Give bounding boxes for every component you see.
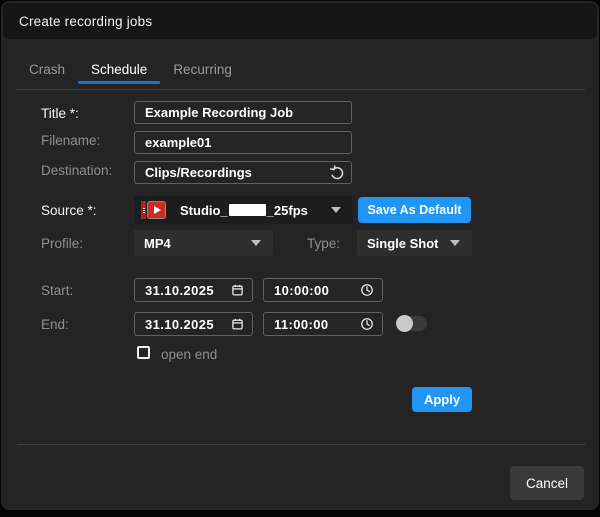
redaction-block bbox=[228, 203, 266, 216]
type-label: Type: bbox=[307, 236, 341, 251]
tab-schedule-label: Schedule bbox=[91, 61, 148, 77]
tab-crash-label: Crash bbox=[29, 61, 66, 77]
calendar-icon[interactable] bbox=[231, 283, 244, 297]
destination-reset-icon[interactable] bbox=[328, 164, 346, 182]
end-time-toggle[interactable] bbox=[396, 315, 427, 332]
filename-label: Filename: bbox=[41, 133, 101, 148]
type-value: Single Shot bbox=[367, 235, 439, 251]
save-as-default-button[interactable]: Save As Default bbox=[358, 197, 471, 223]
footer-divider bbox=[17, 444, 586, 445]
profile-value: MP4 bbox=[144, 235, 171, 251]
end-time-input[interactable]: 11:00:00 bbox=[263, 312, 383, 336]
play-tile-icon bbox=[147, 201, 166, 219]
open-end-checkbox[interactable] bbox=[137, 346, 150, 359]
chevron-down-icon bbox=[450, 240, 460, 246]
destination-input[interactable] bbox=[134, 161, 352, 184]
start-time-input[interactable]: 10:00:00 bbox=[263, 278, 383, 302]
clock-icon[interactable] bbox=[360, 317, 374, 331]
dialog-title: Create recording jobs bbox=[19, 13, 153, 29]
cancel-button[interactable]: Cancel bbox=[510, 466, 584, 500]
tab-bar: Crash Schedule Recurring bbox=[16, 55, 245, 84]
source-value-suffix: _25fps bbox=[266, 202, 308, 218]
title-label: Title *: bbox=[41, 106, 79, 121]
tab-separator bbox=[16, 89, 585, 90]
end-date-input[interactable]: 31.10.2025 bbox=[134, 312, 253, 336]
source-label: Source *: bbox=[41, 203, 97, 218]
type-dropdown[interactable]: Single Shot bbox=[357, 230, 472, 256]
start-label: Start: bbox=[41, 283, 74, 298]
create-recording-jobs-dialog: Create recording jobs Crash Schedule Rec… bbox=[1, 1, 599, 510]
tab-crash[interactable]: Crash bbox=[16, 55, 78, 83]
toggle-knob bbox=[396, 315, 413, 332]
filename-input[interactable] bbox=[134, 131, 352, 154]
destination-label: Destination: bbox=[41, 163, 113, 178]
clock-icon[interactable] bbox=[360, 283, 374, 297]
dialog-titlebar: Create recording jobs bbox=[3, 3, 597, 39]
source-value: Studio_ _25fps bbox=[180, 203, 308, 218]
tab-recurring-label: Recurring bbox=[173, 61, 232, 77]
start-date-value: 31.10.2025 bbox=[145, 282, 215, 298]
profile-label: Profile: bbox=[41, 236, 84, 251]
start-time-value: 10:00:00 bbox=[274, 282, 330, 298]
live-strip-icon bbox=[141, 201, 146, 219]
source-channel-icon bbox=[141, 201, 166, 219]
title-input[interactable] bbox=[134, 101, 352, 124]
start-date-input[interactable]: 31.10.2025 bbox=[134, 278, 253, 302]
end-label: End: bbox=[41, 317, 69, 332]
source-value-prefix: Studio_ bbox=[180, 202, 228, 218]
profile-dropdown[interactable]: MP4 bbox=[134, 230, 273, 256]
screen: Create recording jobs Crash Schedule Rec… bbox=[0, 0, 600, 517]
calendar-icon[interactable] bbox=[231, 317, 244, 331]
source-dropdown[interactable]: Studio_ _25fps bbox=[134, 196, 353, 224]
tab-recurring[interactable]: Recurring bbox=[160, 55, 245, 83]
end-time-value: 11:00:00 bbox=[274, 316, 329, 332]
apply-button[interactable]: Apply bbox=[412, 387, 472, 412]
end-date-value: 31.10.2025 bbox=[145, 316, 215, 332]
chevron-down-icon bbox=[251, 240, 261, 246]
tab-schedule[interactable]: Schedule bbox=[78, 55, 161, 84]
chevron-down-icon bbox=[331, 207, 341, 213]
open-end-label: open end bbox=[161, 347, 218, 362]
